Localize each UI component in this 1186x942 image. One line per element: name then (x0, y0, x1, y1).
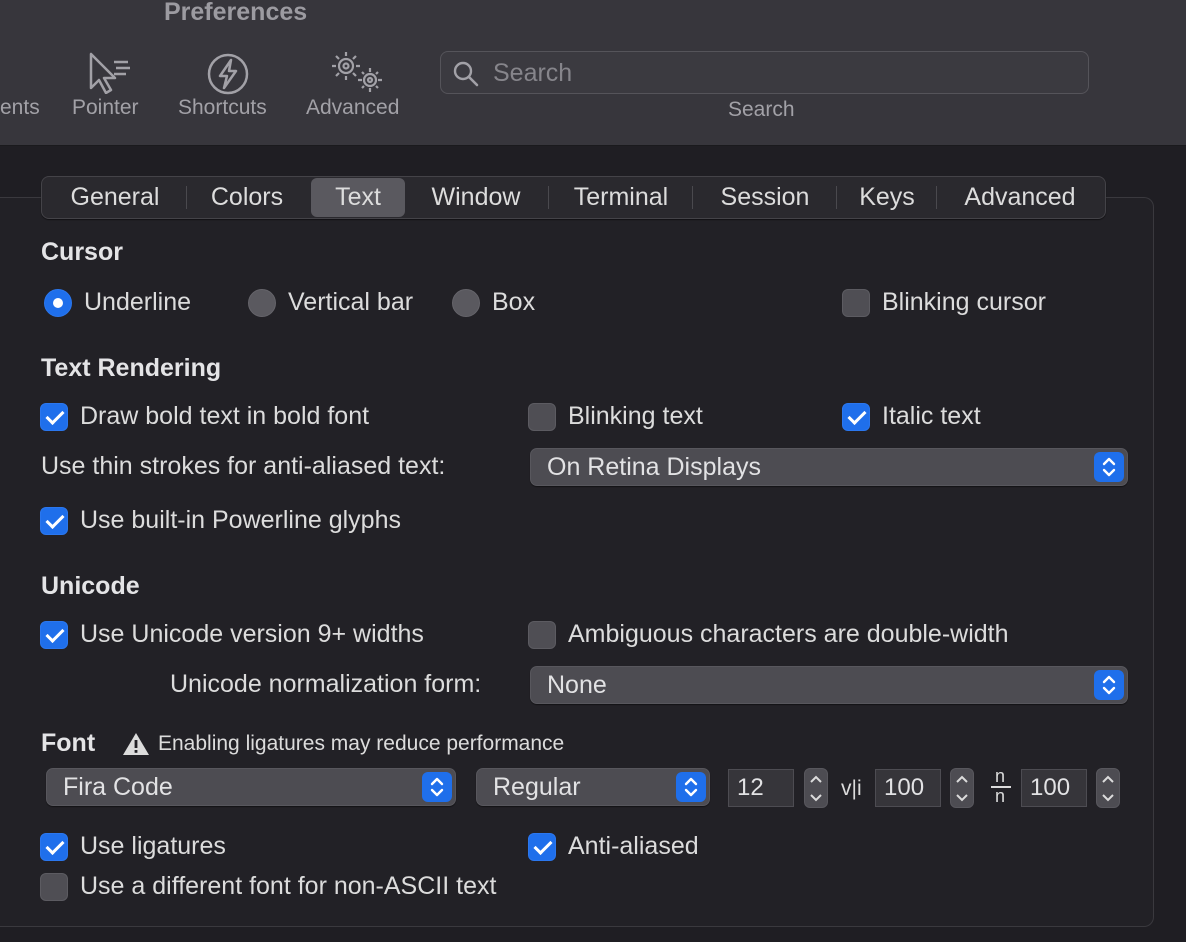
chevron-down-icon[interactable] (951, 788, 973, 807)
search-field[interactable] (440, 51, 1089, 94)
gears-icon (330, 48, 386, 100)
chevron-up-icon[interactable] (805, 769, 827, 788)
thin-strokes-value: On Retina Displays (547, 453, 761, 481)
unicode-widths-label[interactable]: Use Unicode version 9+ widths (80, 620, 424, 649)
tab-general[interactable]: General (48, 177, 182, 218)
horizontal-spacing-field[interactable]: 100 (875, 769, 941, 807)
cursor-underline-label[interactable]: Underline (84, 288, 191, 317)
vertical-spacing-stepper[interactable] (1096, 768, 1120, 808)
tab-divider (548, 186, 549, 209)
cursor-vertical-bar-radio[interactable] (248, 289, 276, 317)
anti-aliased-checkbox[interactable] (528, 833, 556, 861)
chevron-up-icon[interactable] (1097, 769, 1119, 788)
cursor-section-title: Cursor (41, 238, 123, 266)
normalization-select[interactable]: None (530, 666, 1128, 704)
normalization-value: None (547, 671, 607, 699)
toolbar-item-profiles[interactable]: ents (0, 96, 50, 126)
cursor-box-radio[interactable] (452, 289, 480, 317)
tab-advanced[interactable]: Advanced (942, 177, 1098, 218)
normalization-label: Unicode normalization form: (170, 670, 482, 698)
blinking-text-label[interactable]: Blinking text (568, 402, 703, 431)
chevron-updown-icon (1094, 670, 1124, 700)
tab-colors[interactable]: Colors (192, 177, 302, 218)
font-style-select[interactable]: Regular (476, 768, 710, 806)
blinking-cursor-label[interactable]: Blinking cursor (882, 288, 1046, 317)
horizontal-spacing-stepper[interactable] (950, 768, 974, 808)
font-size-value: 12 (737, 774, 764, 801)
ligatures-label[interactable]: Use ligatures (80, 832, 226, 861)
tab-divider (936, 186, 937, 209)
toolbar-item-pointer-label: Pointer (72, 96, 139, 119)
ambiguous-width-checkbox[interactable] (528, 621, 556, 649)
toolbar-item-shortcuts[interactable]: Shortcuts (176, 48, 282, 126)
ligatures-checkbox[interactable] (40, 833, 68, 861)
ambiguous-width-label[interactable]: Ambiguous characters are double-width (568, 620, 1009, 649)
search-icon (453, 61, 479, 92)
tab-window[interactable]: Window (410, 177, 542, 218)
non-ascii-font-label[interactable]: Use a different font for non-ASCII text (80, 872, 496, 901)
toolbar-item-advanced-label: Advanced (306, 96, 400, 119)
tab-terminal[interactable]: Terminal (554, 177, 688, 218)
toolbar-item-advanced[interactable]: Advanced (304, 48, 412, 126)
unicode-section-title: Unicode (41, 572, 140, 600)
horizontal-spacing-icon: v|i (841, 777, 862, 800)
chevron-updown-icon (422, 772, 452, 802)
font-family-select[interactable]: Fira Code (46, 768, 456, 806)
italic-text-label[interactable]: Italic text (882, 402, 981, 431)
chevron-down-icon[interactable] (805, 788, 827, 807)
cursor-box-label[interactable]: Box (492, 288, 535, 317)
anti-aliased-label[interactable]: Anti-aliased (568, 832, 699, 861)
toolbar-item-profiles-label: ents (0, 96, 40, 119)
vertical-spacing-value: 100 (1030, 774, 1071, 801)
search-input[interactable] (493, 56, 1053, 90)
toolbar-item-pointer[interactable]: Pointer (68, 48, 152, 126)
pointer-icon (88, 52, 132, 100)
font-size-stepper[interactable] (804, 768, 828, 808)
profile-tab-bar: General Colors Text Window Terminal Sess… (41, 176, 1106, 219)
thin-strokes-select[interactable]: On Retina Displays (530, 448, 1128, 486)
italic-text-checkbox[interactable] (842, 403, 870, 431)
window-title: Preferences (164, 0, 308, 26)
cursor-underline-radio[interactable] (44, 289, 72, 317)
chevron-updown-icon (1094, 452, 1124, 482)
tab-divider (836, 186, 837, 209)
warning-icon (121, 731, 151, 762)
non-ascii-font-checkbox[interactable] (40, 873, 68, 901)
toolbar-item-shortcuts-label: Shortcuts (178, 96, 267, 119)
chevron-up-icon[interactable] (951, 769, 973, 788)
chevron-updown-icon (676, 772, 706, 802)
tab-keys[interactable]: Keys (842, 177, 932, 218)
thin-strokes-label: Use thin strokes for anti-aliased text: (41, 452, 446, 480)
tab-divider (186, 186, 187, 209)
vertical-spacing-glyph-top: n (995, 766, 1006, 786)
vertical-spacing-icon: n n (990, 766, 1014, 806)
powerline-checkbox[interactable] (40, 507, 68, 535)
ligature-warning: Enabling ligatures may reduce performanc… (158, 732, 565, 755)
lightning-icon (206, 52, 250, 102)
cursor-vertical-bar-label[interactable]: Vertical bar (288, 288, 413, 317)
vertical-spacing-field[interactable]: 100 (1021, 769, 1087, 807)
font-family-value: Fira Code (63, 773, 173, 801)
tab-session[interactable]: Session (698, 177, 832, 218)
chevron-down-icon[interactable] (1097, 788, 1119, 807)
preferences-toolbar: Preferences ents Pointer Shortcuts Advan… (0, 0, 1186, 146)
font-style-value: Regular (493, 773, 581, 801)
tab-text[interactable]: Text (311, 178, 405, 217)
vertical-spacing-glyph-bottom: n (995, 786, 1006, 806)
font-section-title: Font (41, 729, 96, 757)
bold-font-label[interactable]: Draw bold text in bold font (80, 402, 369, 431)
bold-font-checkbox[interactable] (40, 403, 68, 431)
powerline-label[interactable]: Use built-in Powerline glyphs (80, 506, 401, 535)
horizontal-spacing-value: 100 (884, 774, 925, 801)
text-rendering-section-title: Text Rendering (41, 354, 222, 382)
blinking-cursor-checkbox[interactable] (842, 289, 870, 317)
search-caption: Search (728, 98, 795, 121)
font-size-field[interactable]: 12 (728, 769, 794, 807)
unicode-widths-checkbox[interactable] (40, 621, 68, 649)
blinking-text-checkbox[interactable] (528, 403, 556, 431)
tab-divider (692, 186, 693, 209)
